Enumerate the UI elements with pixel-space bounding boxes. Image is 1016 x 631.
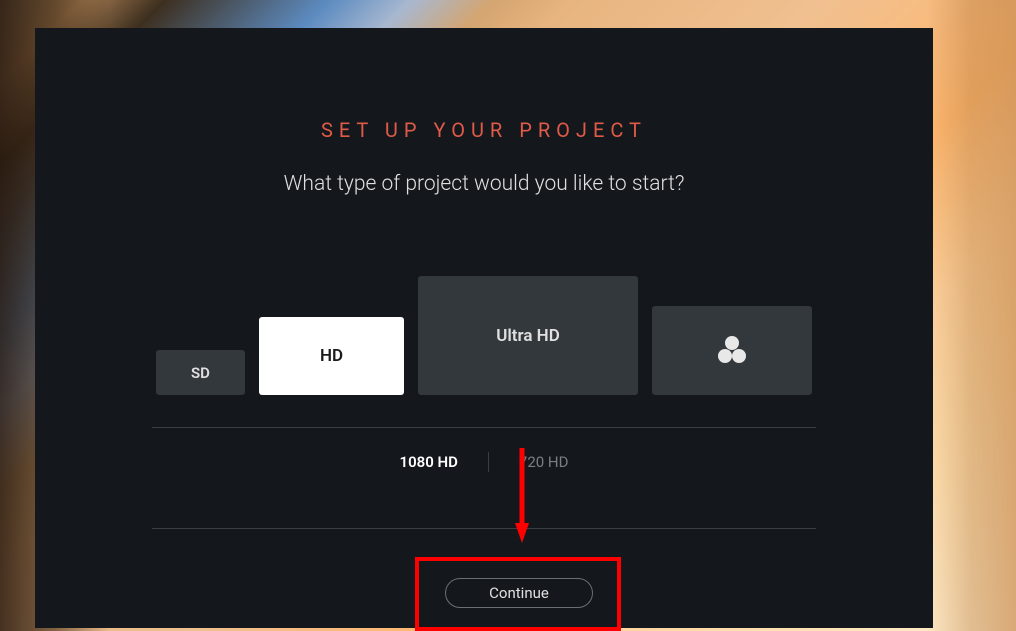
- divider-top: [152, 427, 816, 428]
- modal-title: SET UP YOUR PROJECT: [321, 118, 647, 142]
- card-davinci-resolve[interactable]: [652, 306, 812, 395]
- card-hd[interactable]: HD: [259, 317, 404, 395]
- modal-subtitle: What type of project would you like to s…: [284, 172, 685, 196]
- divider-bottom: [152, 528, 816, 529]
- sub-option-1080[interactable]: 1080 HD: [400, 453, 458, 471]
- hd-sub-options: 1080 HD 720 HD: [400, 452, 569, 472]
- card-uhd-label: Ultra HD: [496, 326, 560, 346]
- resolution-cards: SD HD Ultra HD: [154, 276, 814, 395]
- card-ultra-hd[interactable]: Ultra HD: [418, 276, 638, 395]
- background-trees-right: [926, 0, 1016, 631]
- project-setup-modal: SET UP YOUR PROJECT What type of project…: [35, 28, 933, 628]
- card-sd[interactable]: SD: [156, 350, 245, 395]
- continue-button[interactable]: Continue: [445, 578, 593, 608]
- card-sd-label: SD: [191, 364, 210, 382]
- davinci-resolve-icon: [714, 333, 750, 369]
- card-hd-label: HD: [320, 346, 343, 366]
- sub-option-720[interactable]: 720 HD: [519, 453, 569, 471]
- sub-option-separator: [488, 452, 489, 472]
- continue-button-label: Continue: [489, 584, 549, 602]
